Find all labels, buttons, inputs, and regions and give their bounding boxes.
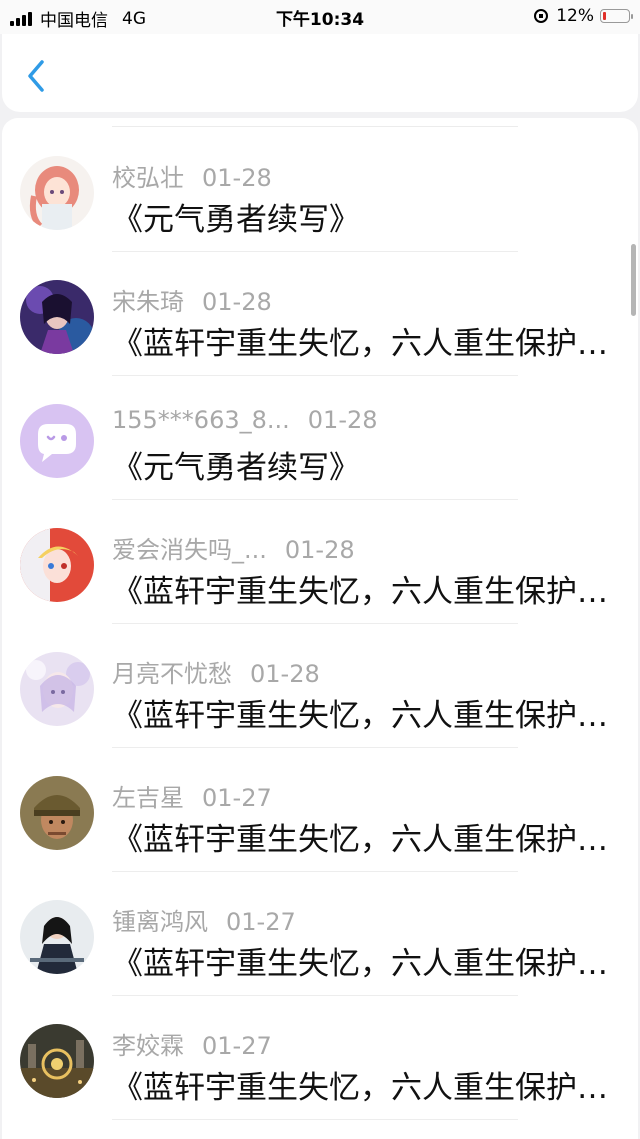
list-item[interactable]: 宋朱琦 01-28《蓝轩宇重生失忆，六人重生保护蓝轩宇》: [2, 252, 638, 376]
item-meta: 155***663_8... 01-28: [112, 406, 378, 434]
battery-percent: 12%: [556, 6, 594, 26]
work-title[interactable]: 《蓝轩宇重生失忆，六人重生保护蓝轩宇》: [112, 566, 612, 611]
work-title[interactable]: 《蓝轩宇重生失忆，六人重生保护蓝轩宇》: [112, 690, 612, 735]
list-item[interactable]: 李姣霖 01-27《蓝轩宇重生失忆，六人重生保护蓝轩宇》: [2, 996, 638, 1120]
rotation-lock-icon: [534, 9, 549, 23]
list-item[interactable]: 月亮不忧愁 01-28《蓝轩宇重生失忆，六人重生保护蓝轩宇》: [2, 624, 638, 748]
user-name: 校弘壮: [112, 164, 184, 192]
item-meta: 校弘壮 01-28: [112, 158, 272, 193]
avatar[interactable]: [20, 156, 94, 230]
post-date: 01-28: [307, 406, 378, 434]
status-bar: 中国电信 4G 下午10:34 12%: [0, 0, 640, 34]
item-meta: 爱会消失吗_... 01-28: [112, 530, 355, 565]
work-title[interactable]: 《蓝轩宇重生失忆，六人重生保护蓝轩宇》: [112, 318, 612, 363]
list-item[interactable]: 155***663_8... 01-28 《元气勇者续写》: [2, 376, 638, 500]
list-item[interactable]: 左吉星 01-27《蓝轩宇重生失忆，六人重生保护蓝轩宇》: [2, 748, 638, 872]
post-date: 01-27: [202, 784, 272, 812]
avatar[interactable]: [20, 280, 94, 354]
item-meta: 左吉星 01-27: [112, 778, 272, 813]
avatar[interactable]: [20, 652, 94, 726]
list-item[interactable]: 锺离鸿风 01-27《蓝轩宇重生失忆，六人重生保护蓝轩宇》: [2, 872, 638, 996]
user-name: 爱会消失吗_...: [112, 536, 267, 564]
work-title[interactable]: 《元气勇者续写》: [112, 194, 612, 239]
scrollbar[interactable]: [631, 244, 636, 316]
work-title[interactable]: 《元气勇者续写》: [112, 442, 612, 487]
post-date: 01-27: [202, 1032, 272, 1060]
item-meta: 李姣霖 01-27: [112, 1026, 272, 1061]
post-date: 01-28: [202, 164, 272, 192]
item-meta: 月亮不忧愁 01-28: [112, 654, 320, 689]
user-name: 155***663_8...: [112, 406, 290, 434]
status-right: 12%: [534, 6, 633, 26]
work-title[interactable]: 《蓝轩宇重生失忆，六人重生保护蓝轩宇》: [112, 814, 612, 859]
work-title[interactable]: 《蓝轩宇重生失忆，六人重生保护蓝轩宇》: [112, 1062, 612, 1107]
user-name: 月亮不忧愁: [112, 660, 232, 688]
battery-icon: [600, 9, 633, 23]
battery-fill: [603, 12, 606, 20]
comment-list[interactable]: 校弘壮 01-28 《元气勇者续写》 宋朱琦 01-28 《蓝轩宇重生失忆，六人重生保护蓝…: [2, 118, 638, 1139]
list-item[interactable]: 爱会消失吗_... 01-28《蓝轩宇重生失忆，六人重生保护蓝轩宇》: [2, 500, 638, 624]
item-meta: 宋朱琦 01-28: [112, 282, 272, 317]
chevron-left-icon: [28, 60, 44, 92]
post-date: 01-28: [202, 288, 272, 316]
list-divider: [112, 1119, 518, 1120]
user-name: 宋朱琦: [112, 288, 184, 316]
avatar[interactable]: [20, 900, 94, 974]
user-name: 左吉星: [112, 784, 184, 812]
user-name: 李姣霖: [112, 1032, 184, 1060]
list-divider: [112, 126, 518, 127]
nav-header: [2, 34, 638, 112]
list-item[interactable]: 校弘壮 01-28 《元气勇者续写》: [2, 128, 638, 252]
avatar[interactable]: [20, 404, 94, 478]
item-meta: 锺离鸿风 01-27: [112, 902, 296, 937]
work-title[interactable]: 《蓝轩宇重生失忆，六人重生保护蓝轩宇》: [112, 938, 612, 983]
user-name: 锺离鸿风: [112, 908, 208, 936]
avatar[interactable]: [20, 528, 94, 602]
post-date: 01-28: [250, 660, 320, 688]
avatar[interactable]: [20, 1024, 94, 1098]
back-button[interactable]: [22, 56, 52, 96]
post-date: 01-27: [226, 908, 296, 936]
avatar[interactable]: [20, 776, 94, 850]
post-date: 01-28: [284, 536, 355, 564]
